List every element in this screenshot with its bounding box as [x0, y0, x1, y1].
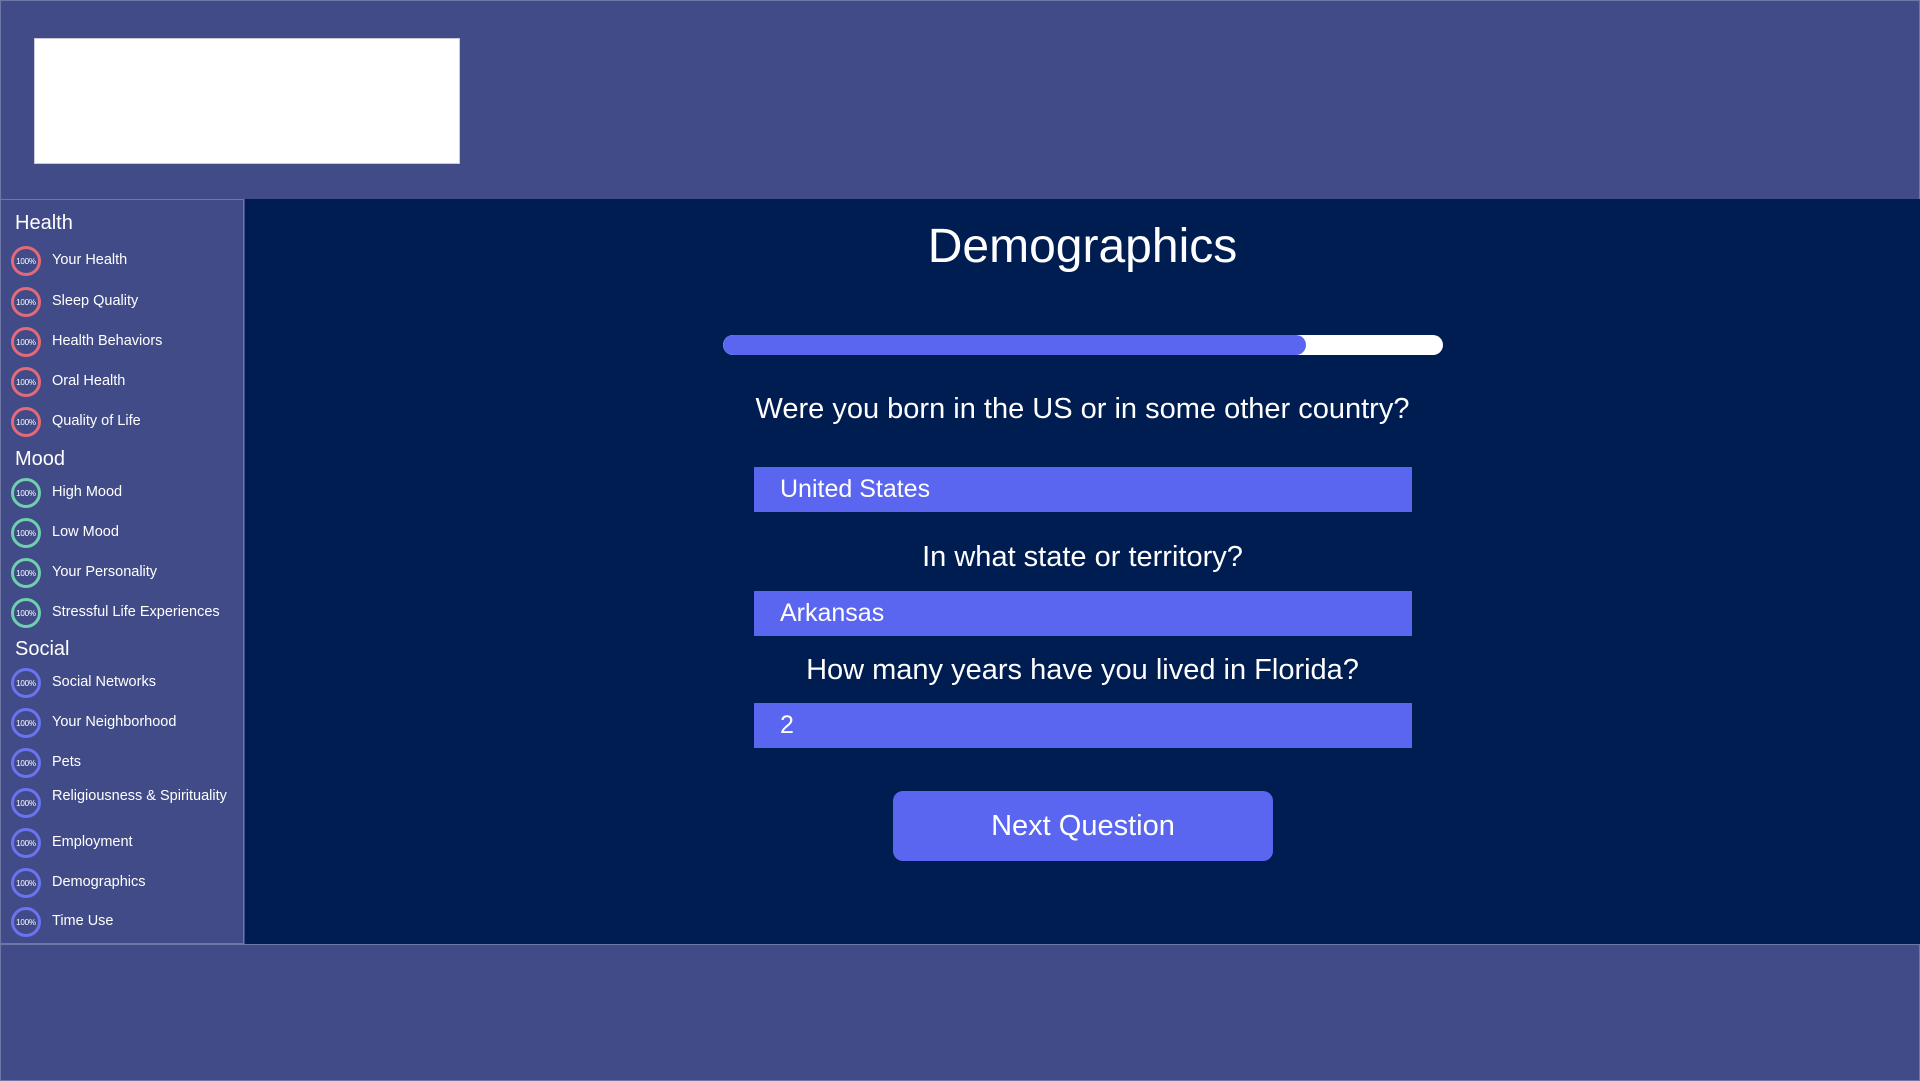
- question-years-in-florida: How many years have you lived in Florida…: [806, 654, 1359, 686]
- sidebar-item-label: Quality of Life: [52, 413, 141, 429]
- header: [0, 0, 1920, 199]
- sidebar-item-pets[interactable]: 100% Pets: [11, 748, 243, 784]
- next-question-button[interactable]: Next Question: [893, 791, 1273, 861]
- progress-ring-icon: 100%: [11, 407, 41, 437]
- sidebar-item-label: Demographics: [52, 874, 146, 890]
- sidebar-item-stressful-life-experiences[interactable]: 100% Stressful Life Experiences: [11, 598, 243, 634]
- sidebar-item-label: Your Neighborhood: [52, 714, 177, 730]
- progress-ring-icon: 100%: [11, 518, 41, 548]
- progress-ring-icon: 100%: [11, 748, 41, 778]
- progress-ring-icon: 100%: [11, 558, 41, 588]
- answer-birth-country-select[interactable]: United States: [754, 467, 1412, 512]
- sidebar: Health 100% Your Health 100% Sleep Quali…: [0, 199, 244, 944]
- progress-ring-icon: 100%: [11, 868, 41, 898]
- sidebar-group-mood: Mood: [15, 448, 66, 470]
- progress-ring-icon: 100%: [11, 788, 41, 818]
- sidebar-item-your-health[interactable]: 100% Your Health: [11, 246, 243, 282]
- footer: [0, 944, 1920, 1081]
- sidebar-item-label: Your Health: [52, 252, 128, 268]
- sidebar-item-health-behaviors[interactable]: 100% Health Behaviors: [11, 327, 243, 363]
- progress-ring-icon: 100%: [11, 708, 41, 738]
- answer-state-select[interactable]: Arkansas: [754, 591, 1412, 636]
- sidebar-item-label: High Mood: [52, 484, 123, 500]
- progress-ring-icon: 100%: [11, 246, 41, 276]
- page-title: Demographics: [927, 220, 1238, 273]
- sidebar-item-demographics[interactable]: 100% Demographics: [11, 868, 243, 904]
- sidebar-item-label: Social Networks: [52, 674, 156, 690]
- survey-panel: Demographics Were you born in the US or …: [245, 199, 1920, 944]
- progress-bar-fill: [723, 335, 1307, 355]
- progress-ring-icon: 100%: [11, 907, 41, 937]
- logo-placeholder: [34, 38, 460, 164]
- sidebar-item-label: Health Behaviors: [52, 333, 163, 349]
- sidebar-group-health: Health: [15, 212, 73, 234]
- sidebar-item-label: Pets: [52, 754, 82, 770]
- sidebar-item-sleep-quality[interactable]: 100% Sleep Quality: [11, 287, 243, 323]
- sidebar-item-your-personality[interactable]: 100% Your Personality: [11, 558, 243, 594]
- progress-bar: [723, 335, 1443, 355]
- sidebar-item-label: Oral Health: [52, 373, 126, 389]
- progress-ring-icon: 100%: [11, 598, 41, 628]
- sidebar-item-religiousness-spirituality[interactable]: 100% Religiousness & Spirituality: [11, 788, 243, 824]
- sidebar-item-label: Time Use: [52, 913, 114, 929]
- sidebar-item-label: Employment: [52, 834, 133, 850]
- sidebar-item-your-neighborhood[interactable]: 100% Your Neighborhood: [11, 708, 243, 744]
- sidebar-item-label: Religiousness & Spirituality: [52, 788, 227, 804]
- answer-years-input[interactable]: 2: [754, 703, 1412, 748]
- question-state-territory: In what state or territory?: [922, 541, 1243, 573]
- progress-ring-icon: 100%: [11, 287, 41, 317]
- sidebar-item-low-mood[interactable]: 100% Low Mood: [11, 518, 243, 554]
- sidebar-item-employment[interactable]: 100% Employment: [11, 828, 243, 864]
- sidebar-item-time-use[interactable]: 100% Time Use: [11, 907, 243, 943]
- progress-ring-icon: 100%: [11, 367, 41, 397]
- question-birth-country: Were you born in the US or in some other…: [755, 393, 1410, 425]
- sidebar-item-oral-health[interactable]: 100% Oral Health: [11, 367, 243, 403]
- sidebar-item-label: Low Mood: [52, 524, 119, 540]
- sidebar-item-high-mood[interactable]: 100% High Mood: [11, 478, 243, 514]
- progress-ring-icon: 100%: [11, 828, 41, 858]
- progress-ring-icon: 100%: [11, 478, 41, 508]
- sidebar-item-social-networks[interactable]: 100% Social Networks: [11, 668, 243, 704]
- sidebar-group-social: Social: [15, 638, 70, 660]
- sidebar-item-label: Your Personality: [52, 564, 158, 580]
- progress-ring-icon: 100%: [11, 668, 41, 698]
- sidebar-item-label: Sleep Quality: [52, 293, 139, 309]
- sidebar-item-quality-of-life[interactable]: 100% Quality of Life: [11, 407, 243, 443]
- progress-ring-icon: 100%: [11, 327, 41, 357]
- sidebar-item-label: Stressful Life Experiences: [52, 604, 220, 620]
